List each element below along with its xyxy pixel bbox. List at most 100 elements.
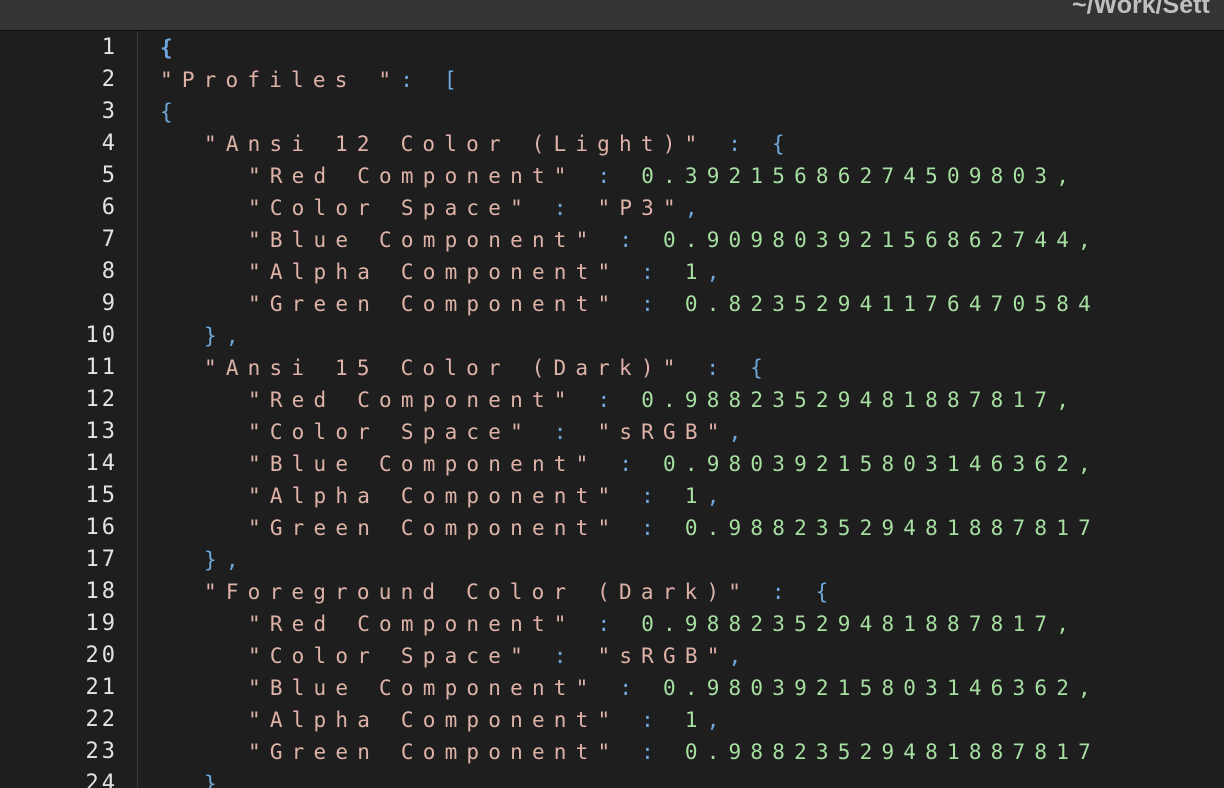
line-number: 23 (85, 739, 118, 764)
code-lines[interactable]: 1{2 "Profiles ": [3{4 "Ansi 12 Color (Ligh… (0, 32, 1224, 788)
code-line[interactable]: 6 "Color Space" : "P3", (0, 192, 1224, 224)
line-number: 2 (101, 67, 118, 92)
code-text: "Green Component" : 0.98823529481887817 (248, 736, 1100, 768)
code-line[interactable]: 15 "Alpha Component" : 1, (0, 480, 1224, 512)
code-text: "Alpha Component" : 1, (248, 480, 729, 512)
code-token: "Color Space" (248, 196, 532, 220)
title-bar[interactable]: ~/Work/Sett (0, 0, 1224, 31)
code-line[interactable]: 7 "Blue Component" : 0.90980392156862744, (0, 224, 1224, 256)
code-line[interactable]: 17}, (0, 544, 1224, 576)
code-token: "Color Space" (248, 644, 532, 668)
code-token: 0.9882352948188781 (641, 612, 1035, 636)
code-token: "Ansi 12 Color (Light)" (204, 132, 707, 156)
code-line[interactable]: 5 "Red Component" : 0.39215686274509803, (0, 160, 1224, 192)
code-token: 7, (1034, 612, 1079, 636)
code-line[interactable]: 10}, (0, 320, 1224, 352)
code-token: "Green Component" (248, 740, 620, 764)
code-token: "Alpha Component" (248, 484, 620, 508)
code-editor[interactable]: 1{2 "Profiles ": [3{4 "Ansi 12 Color (Ligh… (0, 31, 1224, 788)
code-token: "P3" (597, 196, 685, 220)
code-token: : (597, 676, 664, 700)
code-line[interactable]: 14 "Blue Component" : 0.98039215803146362… (0, 448, 1224, 480)
code-token: : (597, 452, 664, 476)
code-text: "Ansi 12 Color (Light)" : { (204, 128, 794, 160)
code-line[interactable]: 2 "Profiles ": [ (0, 64, 1224, 96)
code-token: "Profiles " (160, 68, 401, 92)
code-token: , (706, 484, 729, 508)
code-line[interactable]: 1{ (0, 32, 1224, 64)
line-number: 12 (85, 387, 118, 412)
code-line[interactable]: 9 "Green Component" : 0.82352941176470584 (0, 288, 1224, 320)
line-number: 11 (85, 355, 118, 380)
code-token: : (619, 708, 685, 732)
code-token: : (619, 484, 685, 508)
code-token: "sRGB" (597, 420, 729, 444)
code-line[interactable]: 13 "Color Space" : "sRGB", (0, 416, 1224, 448)
code-line[interactable]: 12 "Red Component" : 0.98823529481887817, (0, 384, 1224, 416)
line-number: 14 (85, 451, 118, 476)
code-token: : (575, 388, 642, 412)
code-token: 0.3921568627450980 (641, 164, 1035, 188)
line-number: 4 (101, 131, 118, 156)
code-line[interactable]: 11 "Ansi 15 Color (Dark)" : { (0, 352, 1224, 384)
code-line[interactable]: 3{ (0, 96, 1224, 128)
code-text: "Green Component" : 0.82352941176470584 (248, 288, 1100, 320)
line-number: 24 (85, 771, 118, 788)
code-line[interactable]: 21 "Blue Component" : 0.98039215803146362… (0, 672, 1224, 704)
code-text: "Foreground Color (Dark)" : { (204, 576, 837, 608)
line-number: 15 (85, 483, 118, 508)
code-line[interactable]: 4 "Ansi 12 Color (Light)" : { (0, 128, 1224, 160)
line-number: 6 (101, 195, 118, 220)
line-number: 1 (101, 35, 118, 60)
code-token: : (531, 196, 598, 220)
code-token: 0.9882352948188781 (641, 388, 1035, 412)
code-token: : (531, 420, 598, 444)
code-text: } (204, 768, 226, 788)
code-text: "Red Component" : 0.98823529481887817, (248, 608, 1078, 640)
code-token: : (575, 612, 642, 636)
editor-window: ~/Work/Sett 1{2 "Profiles ": [3{4 "Ansi 12… (0, 0, 1224, 788)
window-title-path: ~/Work/Sett (1072, 0, 1210, 19)
code-token: 7, (1034, 388, 1079, 412)
code-line[interactable]: 22 "Alpha Component" : 1, (0, 704, 1224, 736)
code-text: "Blue Component" : 0.90980392156862744, (248, 224, 1100, 256)
code-token: "Green Component" (248, 516, 620, 540)
code-token: "Blue Component" (248, 452, 598, 476)
code-line[interactable]: 23 "Green Component" : 0.9882352948188781… (0, 736, 1224, 768)
code-line[interactable]: 19 "Red Component" : 0.98823529481887817, (0, 608, 1224, 640)
code-token: "sRGB" (597, 644, 729, 668)
code-text: "Color Space" : "sRGB", (248, 640, 750, 672)
code-token: 0.9803921580314636 (663, 452, 1057, 476)
code-token: 4 (1078, 292, 1100, 316)
code-token: 7 (1078, 740, 1100, 764)
code-token: 7 (1078, 516, 1100, 540)
code-token: 1 (684, 484, 707, 508)
code-line[interactable]: 20 "Color Space" : "sRGB", (0, 640, 1224, 672)
line-number: 16 (85, 515, 118, 540)
code-line[interactable]: 16 "Green Component" : 0.9882352948188781… (0, 512, 1224, 544)
code-token: 0.9882352948188781 (684, 740, 1079, 764)
code-token: "Blue Component" (248, 676, 598, 700)
code-token: 2, (1056, 676, 1100, 700)
code-token: "Red Component" (248, 164, 576, 188)
code-line[interactable]: 8 "Alpha Component" : 1, (0, 256, 1224, 288)
code-token: 0.9882352948188781 (684, 516, 1079, 540)
code-token: "Alpha Component" (248, 260, 620, 284)
code-token: : (597, 228, 664, 252)
code-token: : (619, 740, 685, 764)
code-token: : (619, 292, 685, 316)
code-token: 1 (684, 260, 707, 284)
code-line[interactable]: 18 "Foreground Color (Dark)" : { (0, 576, 1224, 608)
code-token: 0.9803921580314636 (663, 676, 1057, 700)
code-token: 1 (684, 708, 707, 732)
code-text: { (160, 32, 182, 64)
code-line[interactable]: 24} (0, 768, 1224, 788)
code-token: }, (204, 324, 248, 348)
code-token: { (160, 36, 182, 60)
line-number: 17 (85, 547, 118, 572)
code-text: "Red Component" : 0.39215686274509803, (248, 160, 1078, 192)
code-token: : { (750, 580, 838, 604)
line-number: 3 (101, 99, 118, 124)
code-token: , (728, 420, 751, 444)
code-token: { (160, 100, 182, 124)
